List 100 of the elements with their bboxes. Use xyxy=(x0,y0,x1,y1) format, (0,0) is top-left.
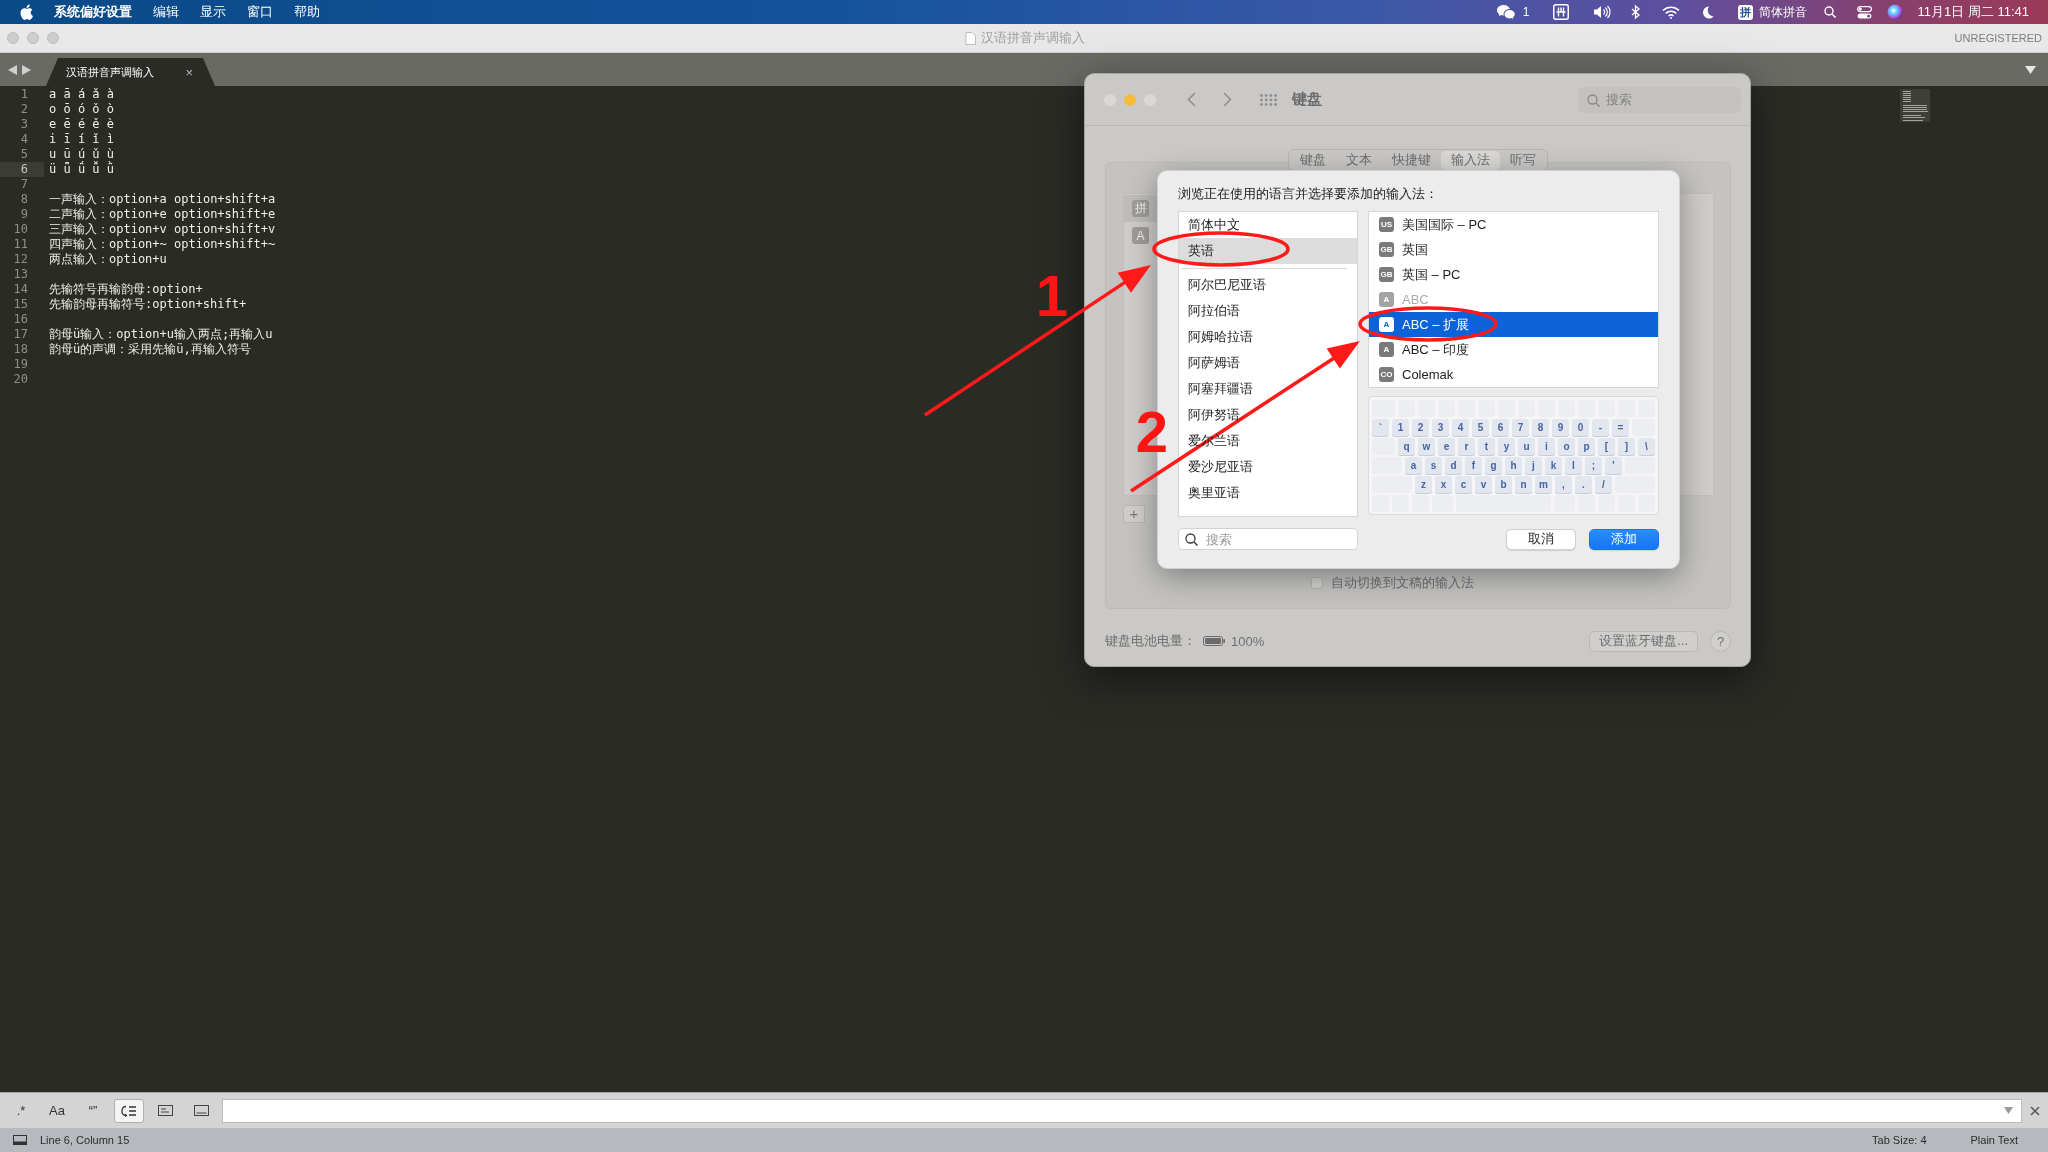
apple-logo-icon[interactable] xyxy=(20,4,33,20)
volume-icon[interactable] xyxy=(1593,5,1612,19)
find-field[interactable] xyxy=(222,1098,2022,1123)
wifi-icon[interactable] xyxy=(1662,5,1681,19)
layout-item[interactable]: CO Colemak xyxy=(1369,362,1658,387)
caret-icon[interactable] xyxy=(2004,1106,2013,1114)
search-icon[interactable] xyxy=(1824,6,1837,18)
blank-key xyxy=(1372,476,1412,493)
chat-bubbles-icon[interactable] xyxy=(1495,4,1516,20)
menu-item[interactable]: 窗口 xyxy=(247,0,273,24)
help-button[interactable]: ? xyxy=(1710,630,1731,652)
forward-arrow-icon[interactable] xyxy=(22,64,31,75)
annotation-number: 1 xyxy=(1035,263,1069,328)
minimap[interactable] xyxy=(1900,89,1930,122)
close-tab-button[interactable]: × xyxy=(185,64,193,80)
find-option-button[interactable]: Aa xyxy=(42,1098,72,1123)
notification-count: 1 xyxy=(1522,5,1530,19)
language-item[interactable]: 奥里亚语 xyxy=(1179,480,1357,506)
toggle-switches-icon[interactable] xyxy=(1857,5,1873,19)
blank-key xyxy=(1372,457,1402,474)
keyboard-key: m xyxy=(1535,476,1552,493)
search-field[interactable]: 搜索 xyxy=(1578,86,1741,113)
code-line: 一声输入：option+a option+shift+a xyxy=(48,192,276,207)
moon-icon[interactable] xyxy=(1702,5,1715,19)
layout-badge: GB xyxy=(1379,267,1394,282)
keyboard-key: 5 xyxy=(1472,419,1489,436)
layout-label: Colemak xyxy=(1402,367,1454,382)
language-item[interactable]: 阿伊努语 xyxy=(1179,402,1357,428)
keyboard-key: \ xyxy=(1638,438,1655,455)
layout-item[interactable]: GB 英国 – PC xyxy=(1369,262,1658,287)
language-item[interactable]: 阿萨姆语 xyxy=(1179,350,1357,376)
tab-size-label[interactable]: Tab Size: 4 xyxy=(1872,1134,1927,1146)
search-icon xyxy=(1587,93,1600,107)
panel-icon[interactable] xyxy=(13,1135,27,1145)
code-line: a ā á ǎ à xyxy=(48,87,115,102)
confirm-button[interactable]: 添加 xyxy=(1589,528,1659,550)
code-line: 四声输入：option+~ option+shift+~ xyxy=(48,237,276,252)
input-method-label[interactable]: 简体拼音 xyxy=(1759,3,1808,21)
rectangle-icon xyxy=(193,1105,209,1116)
blank-key xyxy=(1578,495,1595,512)
layout-label: 英国 – PC xyxy=(1402,265,1461,284)
keyboard-key: p xyxy=(1578,438,1595,455)
menu-item[interactable]: 编辑 xyxy=(153,0,179,24)
keyboard-key: z xyxy=(1415,476,1432,493)
window-title: 键盘 xyxy=(1292,90,1322,109)
menu-item[interactable]: 系统偏好设置 xyxy=(54,0,132,24)
syntax-label[interactable]: Plain Text xyxy=(1970,1134,2018,1146)
search-icon xyxy=(1185,533,1198,546)
clock[interactable]: 11月1日 周二 11:41 xyxy=(1917,3,2029,21)
find-option-button[interactable]: “” xyxy=(78,1098,108,1123)
menu-item[interactable]: 显示 xyxy=(200,0,226,24)
dropdown-icon[interactable] xyxy=(2025,65,2036,74)
wrap-toggle-button[interactable] xyxy=(114,1098,144,1123)
find-option-button[interactable]: .* xyxy=(6,1098,36,1123)
input-source-badge: A xyxy=(1132,227,1149,244)
language-item[interactable]: 阿姆哈拉语 xyxy=(1179,324,1357,350)
language-item[interactable]: 简体中文 xyxy=(1179,212,1357,238)
language-item[interactable]: 爱沙尼亚语 xyxy=(1179,454,1357,480)
siri-icon[interactable] xyxy=(1887,4,1904,20)
line-number: 5 xyxy=(19,147,29,162)
tab[interactable]: 输入法 xyxy=(1441,150,1500,170)
layout-item[interactable]: US 美国国际 – PC xyxy=(1369,212,1658,237)
keyboard-key: d xyxy=(1445,457,1462,474)
keyboard-key: n xyxy=(1515,476,1532,493)
line-number: 4 xyxy=(19,132,29,147)
menu-item[interactable]: 帮助 xyxy=(294,0,320,24)
keyboard-key: ; xyxy=(1585,457,1602,474)
language-item[interactable]: 英语 xyxy=(1179,238,1357,264)
layout-label: ABC xyxy=(1402,292,1429,307)
layout-badge: A xyxy=(1379,342,1394,357)
input-source-icon[interactable] xyxy=(1553,4,1570,20)
layout-badge: CO xyxy=(1379,367,1394,382)
license-label: UNREGISTERED xyxy=(1954,32,2042,44)
input-method-badge[interactable]: 拼 xyxy=(1738,4,1754,20)
language-item[interactable]: 阿拉伯语 xyxy=(1179,298,1357,324)
layout-item[interactable]: GB 英国 xyxy=(1369,237,1658,262)
bluetooth-keyboard-button[interactable]: 设置蓝牙键盘... xyxy=(1589,630,1698,652)
line-number: 19 xyxy=(12,357,29,372)
wrap-icon xyxy=(121,1104,137,1117)
back-arrow-icon[interactable] xyxy=(8,64,17,75)
close-icon[interactable] xyxy=(2030,1105,2040,1116)
line-number: 11 xyxy=(12,237,29,252)
checkbox[interactable] xyxy=(1311,577,1323,589)
code-line: 二声输入：option+e option+shift+e xyxy=(48,207,276,222)
selection-box-icon xyxy=(157,1105,173,1116)
code-line: o ō ó ǒ ò xyxy=(48,102,115,117)
bluetooth-icon[interactable] xyxy=(1631,5,1641,19)
keyboard-key: . xyxy=(1575,476,1592,493)
cancel-button[interactable]: 取消 xyxy=(1506,528,1576,550)
layout-item[interactable]: A ABC – 扩展 xyxy=(1369,312,1658,337)
file-tab[interactable]: 汉语拼音声调输入 × xyxy=(46,58,215,86)
keyboard-key: 8 xyxy=(1532,419,1549,436)
language-item[interactable]: 阿塞拜疆语 xyxy=(1179,376,1357,402)
keyboard-key: o xyxy=(1558,438,1575,455)
line-number: 16 xyxy=(12,312,29,327)
layout-item[interactable]: A ABC – 印度 xyxy=(1369,337,1658,362)
window-title: 汉语拼音声调输入 xyxy=(980,29,1085,47)
search-field[interactable]: 搜索 xyxy=(1178,528,1358,550)
keyboard-key: = xyxy=(1612,419,1629,436)
language-item[interactable]: 阿尔巴尼亚语 xyxy=(1179,272,1357,298)
